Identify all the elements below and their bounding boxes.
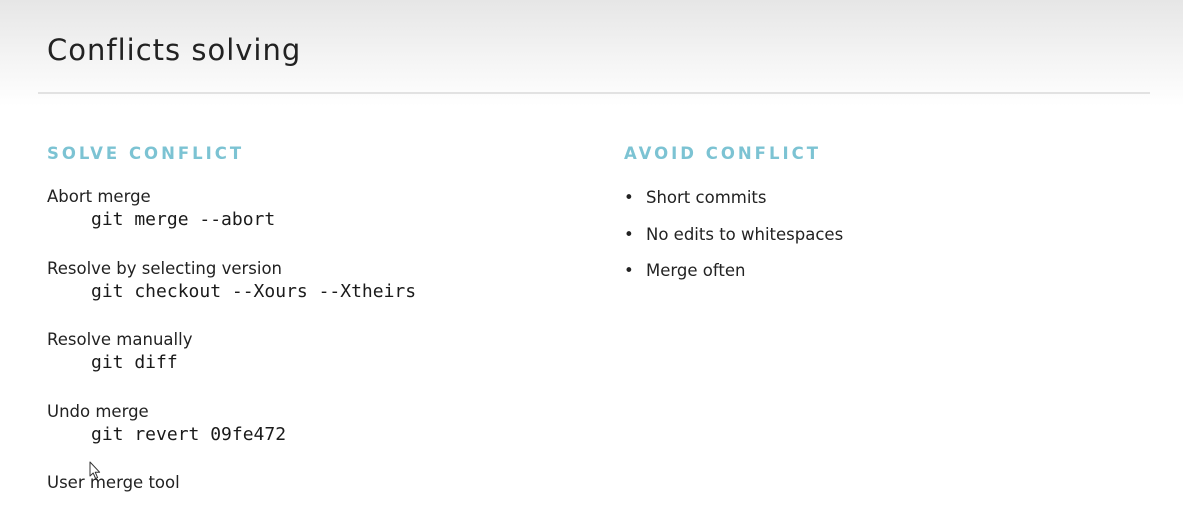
entry-user-merge-tool: User merge tool — [47, 472, 180, 494]
bullet-dot-icon: • — [624, 261, 634, 280]
bullet-text: Merge often — [646, 261, 746, 280]
entry-abort-merge: Abort merge git merge --abort — [47, 186, 275, 232]
entry-label: User merge tool — [47, 473, 180, 492]
avoid-conflict-heading: AVOID CONFLICT — [624, 144, 821, 163]
slide-title: Conflicts solving — [47, 33, 302, 67]
entry-command: git revert 09fe472 — [91, 423, 287, 445]
solve-conflict-heading: SOLVE CONFLICT — [47, 144, 245, 163]
entry-command: git checkout --Xours --Xtheirs — [91, 280, 417, 302]
entry-label: Resolve manually — [47, 330, 193, 349]
entry-command: git diff — [91, 352, 178, 373]
entry-resolve-manually: Resolve manually git diff — [47, 329, 192, 375]
entry-label: Resolve by selecting version — [47, 258, 283, 278]
bullet-text: Short commits — [646, 188, 767, 207]
entry-command: git merge --abort — [91, 209, 276, 230]
title-divider — [38, 92, 1150, 94]
entry-label: Undo merge — [47, 401, 149, 421]
entry-undo-merge: Undo merge git revert 09fe472 — [47, 401, 286, 447]
bullet-dot-icon: • — [624, 224, 634, 244]
solve-conflict-column: SOLVE CONFLICT Abort merge git merge --a… — [47, 142, 587, 492]
entry-label: Abort merge — [47, 187, 151, 206]
bullet-text: No edits to whitespaces — [646, 224, 844, 244]
avoid-conflict-column: AVOID CONFLICT • Short commits • No edit… — [624, 142, 1144, 280]
entry-resolve-by-version: Resolve by selecting version git checkou… — [47, 258, 416, 304]
bullet-dot-icon: • — [624, 188, 634, 207]
mouse-pointer-icon — [89, 461, 101, 479]
